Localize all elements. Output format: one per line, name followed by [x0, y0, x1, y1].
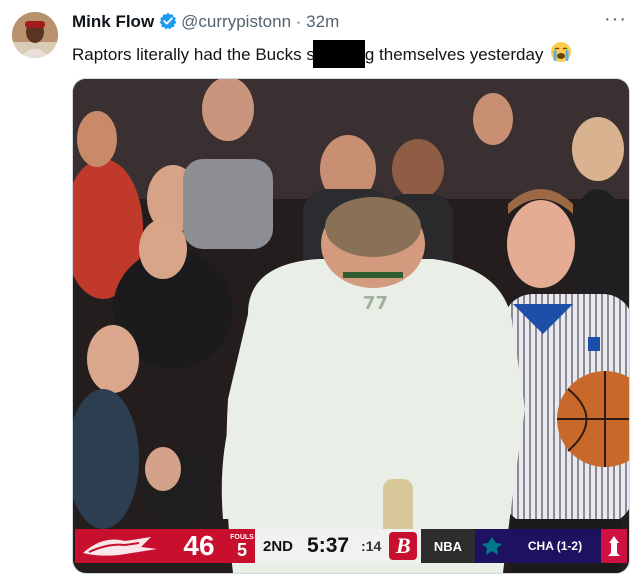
tweet-text: Raptors literally had the Bucks s g thems…: [72, 40, 572, 69]
more-options-icon[interactable]: ···: [604, 8, 627, 31]
basketball-photo: 77: [73, 79, 629, 573]
fouls-value: 5: [236, 539, 247, 560]
redaction-box: [312, 40, 365, 68]
scoreboard: 46 FOULS 5 2ND 5:37 :14 B NBA CHA (1-2): [75, 529, 627, 563]
game-clock-panel: 2ND 5:37 :14 B: [255, 529, 421, 563]
shot-clock: :14: [361, 538, 382, 554]
hornets-logo-icon: [475, 529, 509, 563]
opponent-label: CHA (1-2): [509, 529, 601, 563]
period: 2ND: [263, 537, 294, 555]
separator: ·: [295, 12, 302, 31]
team-score: 46: [169, 529, 229, 563]
display-name[interactable]: Mink Flow: [72, 12, 154, 31]
fouls-indicator: FOULS 5: [229, 529, 255, 563]
avatar[interactable]: [12, 12, 58, 58]
svg-text:77: 77: [363, 293, 388, 314]
tweet-header: Mink Flow @currypistonn · 32m: [72, 11, 339, 36]
rockets-logo-icon: [601, 529, 627, 563]
tweet-media-photo[interactable]: 77 46 FOULS 5 2ND 5:37 :14 B NBA CHA (1-…: [72, 78, 630, 574]
loudly-crying-face-icon: [550, 41, 572, 69]
league-label: NBA: [421, 529, 475, 563]
tweet-text-part1: Raptors literally had the Bucks s: [72, 45, 315, 64]
handle[interactable]: @currypistonn: [181, 12, 291, 31]
raptors-logo-icon: [75, 529, 169, 563]
verified-badge-icon: [159, 12, 177, 36]
timestamp[interactable]: 32m: [306, 12, 339, 31]
network-logo-icon: B: [389, 532, 418, 560]
game-clock: 5:37: [307, 534, 350, 557]
tweet-text-part2: g themselves yesterday: [364, 45, 544, 64]
